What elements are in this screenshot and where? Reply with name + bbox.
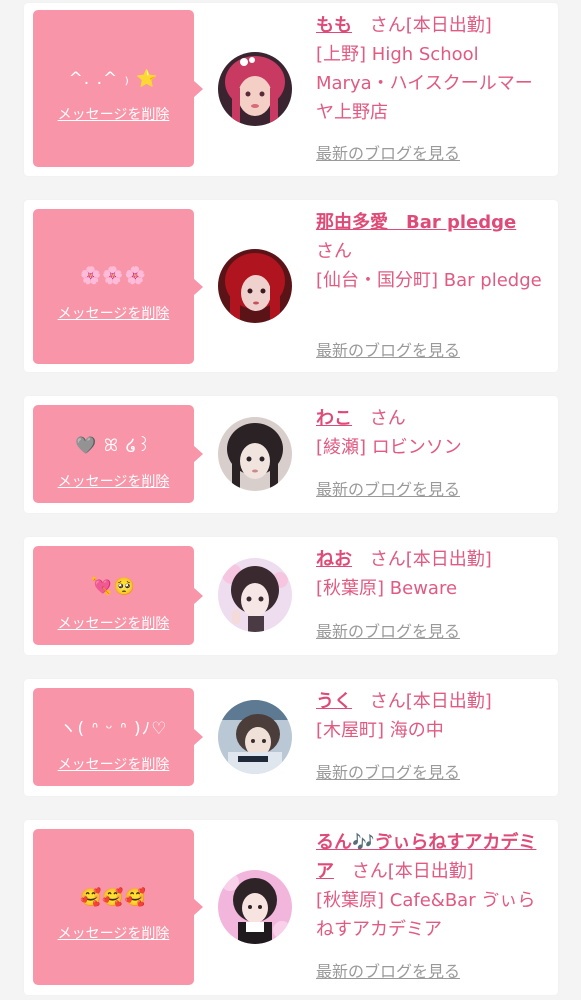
status-badge: [本日出勤]: [405, 15, 492, 36]
area-label: [秋葉原]: [316, 890, 385, 911]
cast-name-link[interactable]: うく: [316, 691, 352, 712]
message-text: ^. .^ ₎ ⭐: [68, 69, 159, 89]
delete-message-link[interactable]: メッセージを削除: [33, 615, 194, 633]
avatar[interactable]: [218, 249, 292, 323]
message-bubble: 🩶 ꕤ ໒꒱ メッセージを削除: [33, 405, 203, 503]
follow-card: 🩶 ꕤ ໒꒱ メッセージを削除 わこ さん [綾瀬] ロビンソン 最新のブログを…: [24, 396, 558, 513]
message-bubble: 🌸🌸🌸 メッセージを削除: [33, 209, 203, 364]
message-bubble: ヽ( ᐢ ᵕ ᐢ )ﾉ♡ メッセージを削除: [33, 688, 203, 786]
area-label: [仙台・国分町]: [316, 270, 439, 291]
latest-blog-link[interactable]: 最新のブログを見る: [316, 763, 460, 783]
latest-blog-link[interactable]: 最新のブログを見る: [316, 962, 460, 982]
avatar[interactable]: [218, 417, 292, 491]
follow-card: 🥰🥰🥰 メッセージを削除 るん🎶ゔぃらねすアカデミア さん[本日出勤] [秋葉原…: [24, 820, 558, 995]
honorific: さん: [369, 691, 406, 712]
cast-name-link[interactable]: 那由多愛 Bar pledge: [316, 212, 516, 233]
shop-name: 海の中: [389, 720, 444, 741]
cast-name-link[interactable]: わこ: [316, 408, 352, 429]
delete-message-link[interactable]: メッセージを削除: [33, 925, 194, 943]
delete-message-link[interactable]: メッセージを削除: [33, 305, 194, 323]
cast-info: もも さん[本日出勤] [上野] High School Marya・ハイスクー…: [316, 11, 544, 127]
shop-name: ロビンソン: [371, 437, 462, 458]
avatar[interactable]: [218, 558, 292, 632]
follow-card: ^. .^ ₎ ⭐ メッセージを削除 もも さん[本日出勤] [上野] High…: [24, 3, 558, 176]
message-bubble: ^. .^ ₎ ⭐ メッセージを削除: [33, 10, 203, 167]
cast-info: るん🎶ゔぃらねすアカデミア さん[本日出勤] [秋葉原] Cafe&Bar ゔぃ…: [316, 828, 544, 944]
latest-blog-link[interactable]: 最新のブログを見る: [316, 622, 460, 642]
status-badge: [本日出勤]: [387, 861, 474, 882]
message-text: ヽ( ᐢ ᵕ ᐢ )ﾉ♡: [59, 719, 168, 739]
status-badge: [本日出勤]: [405, 549, 492, 570]
shop-name: Beware: [389, 578, 458, 599]
avatar[interactable]: [218, 52, 292, 126]
cast-info: ねお さん[本日出勤] [秋葉原] Beware: [316, 545, 544, 603]
status-badge: [本日出勤]: [405, 691, 492, 712]
area-label: [上野]: [316, 44, 367, 65]
cast-name-link[interactable]: ねお: [316, 549, 352, 570]
delete-message-link[interactable]: メッセージを削除: [33, 756, 194, 774]
follow-card: 🌸🌸🌸 メッセージを削除 那由多愛 Bar pledge さん [仙台・国分町]…: [24, 200, 558, 372]
honorific: さん: [351, 861, 388, 882]
message-text: 💘🥺: [91, 577, 136, 597]
avatar[interactable]: [218, 700, 292, 774]
message-text: 🩶 ꕤ ໒꒱: [75, 436, 152, 456]
message-text: 🥰🥰🥰: [80, 888, 147, 908]
honorific: さん: [369, 549, 406, 570]
delete-message-link[interactable]: メッセージを削除: [33, 106, 194, 124]
message-text: 🌸🌸🌸: [80, 266, 147, 286]
message-bubble: 💘🥺 メッセージを削除: [33, 546, 203, 645]
latest-blog-link[interactable]: 最新のブログを見る: [316, 144, 460, 164]
delete-message-link[interactable]: メッセージを削除: [33, 473, 194, 491]
area-label: [綾瀬]: [316, 437, 367, 458]
cast-info: うく さん[本日出勤] [木屋町] 海の中: [316, 687, 544, 745]
cast-info: わこ さん [綾瀬] ロビンソン: [316, 404, 544, 462]
follow-card: 💘🥺 メッセージを削除 ねお さん[本日出勤] [秋葉原] Beware 最新の…: [24, 537, 558, 655]
area-label: [秋葉原]: [316, 578, 385, 599]
latest-blog-link[interactable]: 最新のブログを見る: [316, 341, 460, 361]
avatar[interactable]: [218, 870, 292, 944]
message-bubble: 🥰🥰🥰 メッセージを削除: [33, 829, 203, 985]
shop-name: Bar pledge: [443, 270, 542, 291]
cast-info: 那由多愛 Bar pledge さん [仙台・国分町] Bar pledge: [316, 208, 544, 295]
honorific: さん: [369, 408, 406, 429]
honorific: さん: [316, 241, 352, 262]
area-label: [木屋町]: [316, 720, 385, 741]
honorific: さん: [369, 15, 406, 36]
follow-card: ヽ( ᐢ ᵕ ᐢ )ﾉ♡ メッセージを削除 うく さん[本日出勤] [木屋町] …: [24, 679, 558, 796]
latest-blog-link[interactable]: 最新のブログを見る: [316, 480, 460, 500]
cast-name-link[interactable]: もも: [316, 15, 352, 36]
